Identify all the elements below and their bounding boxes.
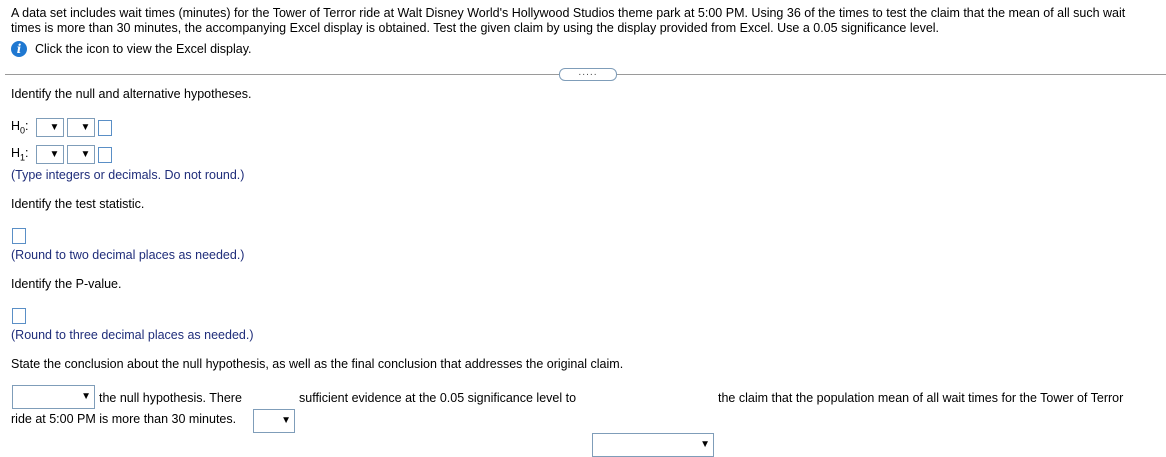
conclusion-text-3: the claim that the population mean of al… — [718, 391, 1124, 405]
h0-parameter-select[interactable]: ▼ — [36, 118, 64, 137]
conclusion-text-2: sufficient evidence at the 0.05 signific… — [299, 391, 577, 405]
null-decision-select[interactable]: ▼ — [12, 385, 95, 409]
dropdown-arrow-icon: ▼ — [80, 121, 91, 133]
h0-label: H0: — [11, 119, 29, 136]
h1-value-input[interactable] — [98, 146, 112, 163]
test-statistic-prompt: Identify the test statistic. — [11, 197, 145, 211]
p-value-prompt: Identify the P-value. — [11, 277, 122, 291]
conclusion-text-4: ride at 5:00 PM is more than 30 minutes. — [11, 412, 237, 426]
info-icon[interactable]: i — [11, 41, 27, 57]
h1-label: H1: — [11, 146, 29, 163]
h0-value-input[interactable] — [98, 119, 112, 136]
dropdown-arrow-icon: ▼ — [49, 148, 60, 160]
dropdown-arrow-icon: ▼ — [281, 415, 291, 426]
h0-relation-select[interactable]: ▼ — [67, 118, 95, 137]
h1-row: H1: ▼ ▼ — [11, 145, 115, 164]
test-statistic-input[interactable] — [12, 228, 26, 244]
p-value-hint: (Round to three decimal places as needed… — [11, 328, 254, 342]
conclusion-prompt: State the conclusion about the null hypo… — [11, 357, 624, 371]
dropdown-arrow-icon: ▼ — [81, 391, 91, 402]
h1-parameter-select[interactable]: ▼ — [36, 145, 64, 164]
conclusion-text-1: the null hypothesis. There — [99, 391, 242, 405]
h1-relation-select[interactable]: ▼ — [67, 145, 95, 164]
claim-decision-select[interactable]: ▼ — [592, 433, 714, 457]
p-value-input[interactable] — [12, 308, 26, 324]
dropdown-arrow-icon: ▼ — [49, 121, 60, 133]
problem-statement: A data set includes wait times (minutes)… — [11, 6, 1126, 35]
hypotheses-hint: (Type integers or decimals. Do not round… — [11, 168, 245, 182]
info-text: Click the icon to view the Excel display… — [35, 42, 252, 56]
excel-display-link-row: i Click the icon to view the Excel displ… — [11, 41, 252, 57]
hypotheses-prompt: Identify the null and alternative hypoth… — [11, 87, 252, 101]
evidence-select[interactable]: ▼ — [253, 409, 295, 433]
h0-row: H0: ▼ ▼ — [11, 118, 115, 137]
dropdown-arrow-icon: ▼ — [700, 439, 710, 450]
dropdown-arrow-icon: ▼ — [80, 148, 91, 160]
expand-button[interactable]: ..... — [559, 68, 617, 81]
test-statistic-hint: (Round to two decimal places as needed.) — [11, 248, 245, 262]
